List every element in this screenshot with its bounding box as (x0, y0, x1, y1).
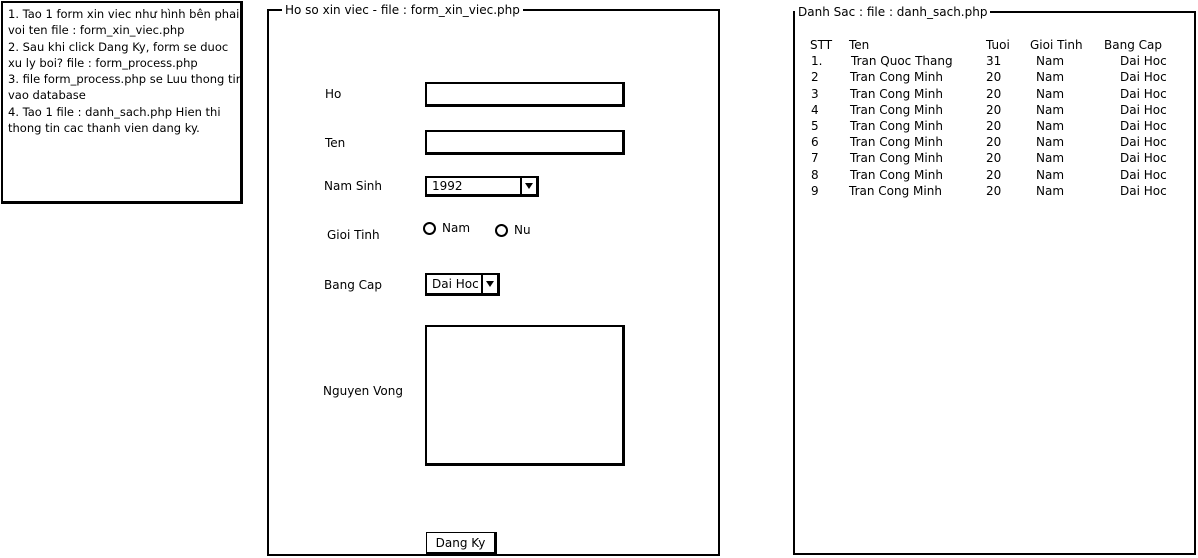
cell-gioi-tinh: Nam (1036, 86, 1065, 101)
cell-stt: 7 (811, 151, 819, 166)
nam-sinh-label: Nam Sinh (324, 179, 382, 193)
cell-ten: Tran Quoc Thang (851, 54, 953, 69)
table-header: STT Ten Tuoi Gioi Tinh Bang Cap (810, 37, 1170, 53)
cell-gioi-tinh: Nam (1036, 54, 1065, 69)
ho-label: Ho (325, 87, 342, 101)
cell-tuoi: 20 (986, 70, 1002, 85)
table-row: 4 Tran Cong Minh 20 Nam Dai Hoc (810, 102, 1170, 118)
cell-bang-cap: Dai Hoc (1120, 183, 1167, 198)
column-header-ten: Ten (849, 38, 870, 52)
cell-bang-cap: Dai Hoc (1120, 167, 1167, 182)
cell-stt: 6 (811, 135, 819, 150)
table-row: 2 Tran Cong Minh 20 Nam Dai Hoc (810, 69, 1170, 85)
gioi-tinh-label: Gioi Tinh (327, 228, 380, 242)
cell-gioi-tinh: Nam (1036, 183, 1065, 198)
cell-tuoi: 20 (986, 118, 1002, 133)
radio-label-nu: Nu (514, 223, 531, 237)
cell-bang-cap: Dai Hoc (1120, 86, 1167, 101)
cell-gioi-tinh: Nam (1036, 118, 1065, 133)
table-row: 1. Tran Quoc Thang 31 Nam Dai Hoc (810, 53, 1170, 69)
chevron-down-icon (486, 281, 494, 287)
radio-label-nam: Nam (442, 221, 471, 235)
bang-cap-label: Bang Cap (324, 278, 382, 292)
table-row: 6 Tran Cong Minh 20 Nam Dai Hoc (810, 134, 1170, 150)
column-header-bang-cap: Bang Cap (1104, 38, 1162, 52)
list-title: Danh Sac : file : danh_sach.php (795, 4, 991, 20)
cell-stt: 5 (811, 118, 819, 133)
nguyen-vong-textarea[interactable] (425, 325, 625, 466)
cell-bang-cap: Dai Hoc (1120, 102, 1167, 117)
cell-ten: Tran Cong Minh (850, 167, 943, 182)
gioi-tinh-radio-nam[interactable]: Nam (423, 221, 470, 235)
cell-gioi-tinh: Nam (1036, 151, 1065, 166)
dang-ky-button[interactable]: Dang Ky (426, 532, 497, 555)
cell-bang-cap: Dai Hoc (1120, 54, 1167, 69)
cell-gioi-tinh: Nam (1036, 135, 1065, 150)
ten-input[interactable] (425, 130, 625, 155)
cell-ten: Tran Cong Minh (850, 70, 943, 85)
bang-cap-dropdown-button[interactable] (481, 275, 497, 293)
table-row: 7 Tran Cong Minh 20 Nam Dai Hoc (810, 150, 1170, 166)
cell-ten: Tran Cong Minh (850, 151, 943, 166)
cell-ten: Tran Cong Minh (850, 86, 943, 101)
table-row: 9 Tran Cong Minh 20 Nam Dai Hoc (810, 183, 1170, 199)
cell-tuoi: 20 (986, 167, 1002, 182)
nam-sinh-value: 1992 (432, 179, 463, 193)
cell-bang-cap: Dai Hoc (1120, 135, 1167, 150)
cell-tuoi: 20 (986, 183, 1002, 198)
bang-cap-select[interactable]: Dai Hoc (425, 273, 500, 296)
cell-bang-cap: Dai Hoc (1120, 151, 1167, 166)
radio-circle-icon (423, 221, 436, 235)
cell-stt: 1. (811, 54, 823, 69)
radio-circle-icon (495, 223, 508, 237)
member-table: STT Ten Tuoi Gioi Tinh Bang Cap 1. Tran … (810, 37, 1170, 199)
table-row: 8 Tran Cong Minh 20 Nam Dai Hoc (810, 167, 1170, 183)
cell-tuoi: 31 (986, 54, 1002, 69)
instructions-text: 1. Tao 1 form xin viec như hình bên phai… (8, 7, 243, 136)
nam-sinh-dropdown-button[interactable] (520, 178, 536, 194)
cell-tuoi: 20 (986, 86, 1002, 101)
nam-sinh-select[interactable]: 1992 (425, 176, 539, 197)
cell-bang-cap: Dai Hoc (1120, 70, 1167, 85)
ten-label: Ten (325, 136, 346, 150)
bang-cap-value: Dai Hoc (432, 277, 479, 291)
cell-stt: 2 (811, 70, 819, 85)
cell-tuoi: 20 (986, 135, 1002, 150)
cell-stt: 8 (811, 167, 819, 182)
table-row: 5 Tran Cong Minh 20 Nam Dai Hoc (810, 118, 1170, 134)
column-header-gioi-tinh: Gioi Tinh (1030, 38, 1083, 52)
column-header-stt: STT (810, 38, 833, 52)
table-row: 3 Tran Cong Minh 20 Nam Dai Hoc (810, 86, 1170, 102)
cell-ten: Tran Cong Minh (849, 183, 942, 198)
cell-gioi-tinh: Nam (1036, 102, 1065, 117)
cell-ten: Tran Cong Minh (850, 135, 943, 150)
ho-input[interactable] (425, 82, 625, 107)
form-title: Ho so xin viec - file : form_xin_viec.ph… (282, 2, 523, 18)
cell-tuoi: 20 (986, 151, 1002, 166)
column-header-tuoi: Tuoi (986, 38, 1010, 52)
cell-ten: Tran Cong Minh (850, 118, 943, 133)
cell-tuoi: 20 (986, 102, 1002, 117)
chevron-down-icon (525, 183, 533, 189)
cell-stt: 3 (811, 86, 819, 101)
cell-gioi-tinh: Nam (1036, 70, 1065, 85)
cell-bang-cap: Dai Hoc (1120, 118, 1167, 133)
cell-gioi-tinh: Nam (1036, 167, 1065, 182)
cell-ten: Tran Cong Minh (850, 102, 943, 117)
instructions-note: 1. Tao 1 form xin viec như hình bên phai… (1, 1, 243, 204)
cell-stt: 4 (811, 102, 819, 117)
gioi-tinh-radio-nu[interactable]: Nu (495, 223, 531, 237)
cell-stt: 9 (811, 183, 819, 198)
nguyen-vong-label: Nguyen Vong (323, 384, 403, 398)
